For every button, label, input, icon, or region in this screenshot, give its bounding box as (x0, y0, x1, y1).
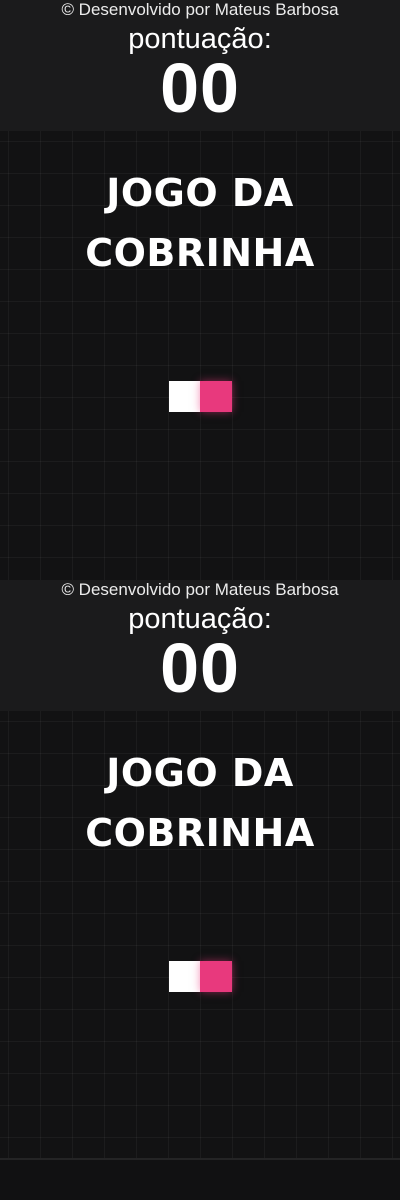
score-header: © Desenvolvido por Mateus Barbosa pontua… (0, 580, 400, 711)
game-title: JOGO DA COBRINHA (0, 743, 400, 863)
snake-head (200, 961, 232, 992)
game-screen-repeat: © Desenvolvido por Mateus Barbosa pontua… (0, 580, 400, 1160)
developer-credit: © Desenvolvido por Mateus Barbosa (61, 580, 339, 599)
snake-head (200, 381, 232, 412)
board-bottom-edge (0, 1158, 400, 1160)
game-title-line-1: JOGO DA (106, 171, 294, 215)
snake-body-segment (169, 381, 200, 412)
game-title-line-1: JOGO DA (106, 751, 294, 795)
game-board[interactable]: JOGO DA COBRINHA (0, 711, 400, 1160)
score-header: © Desenvolvido por Mateus Barbosa pontua… (0, 0, 400, 131)
score-value: 00 (160, 629, 240, 707)
game-title-line-2: COBRINHA (85, 811, 315, 855)
developer-credit: © Desenvolvido por Mateus Barbosa (61, 0, 339, 19)
game-board[interactable]: JOGO DA COBRINHA (0, 131, 400, 580)
snake-body-segment (169, 961, 200, 992)
score-value: 00 (160, 49, 240, 127)
game-title: JOGO DA COBRINHA (0, 163, 400, 283)
page: © Desenvolvido por Mateus Barbosa pontua… (0, 0, 400, 1200)
game-title-line-2: COBRINHA (85, 231, 315, 275)
game-screen: © Desenvolvido por Mateus Barbosa pontua… (0, 0, 400, 580)
